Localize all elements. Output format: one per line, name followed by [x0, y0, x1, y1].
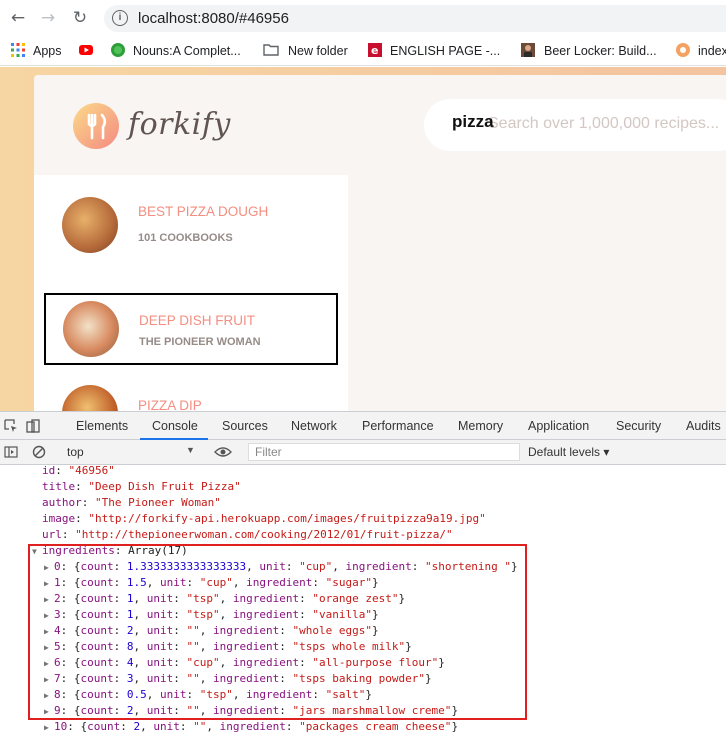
- console-prop-image: image: "http://forkify-api.herokuapp.com…: [42, 512, 486, 525]
- bookmark-index[interactable]: index: [698, 43, 726, 59]
- bookmark-beer-locker[interactable]: Beer Locker: Build...: [544, 43, 657, 59]
- forward-arrow-icon[interactable]: →: [38, 8, 58, 28]
- tab-audits[interactable]: Audits: [686, 419, 721, 433]
- context-selector[interactable]: top: [67, 445, 84, 459]
- console-prop-id: id: "46956": [42, 464, 115, 477]
- inspect-element-icon[interactable]: [4, 419, 18, 433]
- recipe-thumbnail: [63, 301, 119, 357]
- youtube-icon[interactable]: [78, 42, 94, 58]
- fork-knife-icon: [73, 103, 119, 149]
- result-item-best-pizza-dough[interactable]: Best Pizza Dough 101 Cookbooks: [44, 189, 338, 261]
- web-page: forkify Search over 1,000,000 recipes...…: [0, 67, 726, 411]
- back-arrow-icon[interactable]: ←: [8, 8, 28, 28]
- forkify-app: forkify Search over 1,000,000 recipes...…: [34, 75, 726, 411]
- bookmark-english-page[interactable]: ENGLISH PAGE -...: [390, 43, 500, 59]
- highlight-box: [28, 544, 527, 720]
- tab-memory[interactable]: Memory: [458, 419, 503, 433]
- tab-sources[interactable]: Sources: [222, 419, 268, 433]
- reload-icon[interactable]: ↻: [70, 8, 90, 28]
- result-title: Deep Dish Fruit: [139, 313, 256, 328]
- log-levels-label: Default levels: [528, 445, 601, 459]
- url-text[interactable]: localhost:8080/#46956: [138, 10, 289, 27]
- results-list: Best Pizza Dough 101 Cookbooks Deep Dish…: [34, 175, 348, 411]
- result-title: Best Pizza Dough: [138, 204, 269, 219]
- browser-toolbar: ← → ↻ i localhost:8080/#46956: [0, 0, 726, 36]
- devtools-tabbar: Elements Console Sources Network Perform…: [0, 411, 726, 440]
- result-publisher: The Pioneer Woman: [139, 336, 261, 348]
- tab-performance[interactable]: Performance: [362, 419, 434, 433]
- search-placeholder: Search over 1,000,000 recipes...: [488, 115, 720, 132]
- bookmark-apps[interactable]: Apps: [33, 43, 62, 59]
- tab-console[interactable]: Console: [152, 419, 198, 433]
- site-icon: [676, 43, 690, 57]
- bookmark-new-folder[interactable]: New folder: [288, 43, 348, 59]
- tab-security[interactable]: Security: [616, 419, 661, 433]
- bookmarks-bar: Apps Nouns:A Complet... New folder e ENG…: [0, 36, 726, 66]
- console-toolbar: top ▼ Filter Default levels ▾: [0, 440, 726, 465]
- console-prop-author: author: "The Pioneer Woman": [42, 496, 221, 509]
- search-input[interactable]: pizza: [452, 112, 494, 132]
- apps-grid-icon[interactable]: [10, 42, 26, 58]
- recipe-panel: [348, 175, 726, 411]
- filter-input[interactable]: Filter: [248, 443, 520, 461]
- clear-console-icon[interactable]: [32, 445, 46, 459]
- english-page-icon: e: [368, 43, 382, 57]
- ingredient-row[interactable]: ▶ 10: {count: 2, unit: "", ingredient: "p…: [44, 719, 458, 735]
- green-circle-icon: [111, 43, 125, 57]
- bookmark-nouns[interactable]: Nouns:A Complet...: [133, 43, 241, 59]
- console-prop-url: url: "http://thepioneerwoman.com/cooking…: [42, 528, 453, 541]
- logo[interactable]: forkify: [128, 107, 231, 142]
- eye-icon[interactable]: [214, 445, 232, 459]
- filter-placeholder: Filter: [255, 445, 282, 459]
- recipe-thumbnail: [62, 197, 118, 253]
- search-bar[interactable]: Search over 1,000,000 recipes... pizza: [424, 99, 726, 151]
- tab-application[interactable]: Application: [528, 419, 589, 433]
- console-prop-title: title: "Deep Dish Fruit Pizza": [42, 480, 241, 493]
- result-title: Pizza Dip: [138, 398, 202, 411]
- tab-elements[interactable]: Elements: [76, 419, 128, 433]
- info-icon[interactable]: i: [112, 10, 128, 26]
- sidebar-toggle-icon[interactable]: [4, 445, 18, 459]
- device-toolbar-icon[interactable]: [26, 419, 40, 433]
- result-item-deep-dish-fruit[interactable]: Deep Dish Fruit The Pioneer Woman: [44, 293, 338, 365]
- chevron-down-icon[interactable]: ▼: [186, 445, 195, 455]
- tab-network[interactable]: Network: [291, 419, 337, 433]
- avatar-icon: [521, 43, 535, 57]
- svg-text:e: e: [371, 44, 378, 57]
- result-publisher: 101 Cookbooks: [138, 232, 233, 244]
- result-item-pizza-dip[interactable]: Pizza Dip: [44, 371, 338, 411]
- recipe-thumbnail: [62, 385, 118, 411]
- folder-icon: [263, 44, 279, 56]
- log-levels-dropdown[interactable]: Default levels ▾: [528, 445, 609, 459]
- app-header: forkify Search over 1,000,000 recipes...…: [34, 75, 726, 175]
